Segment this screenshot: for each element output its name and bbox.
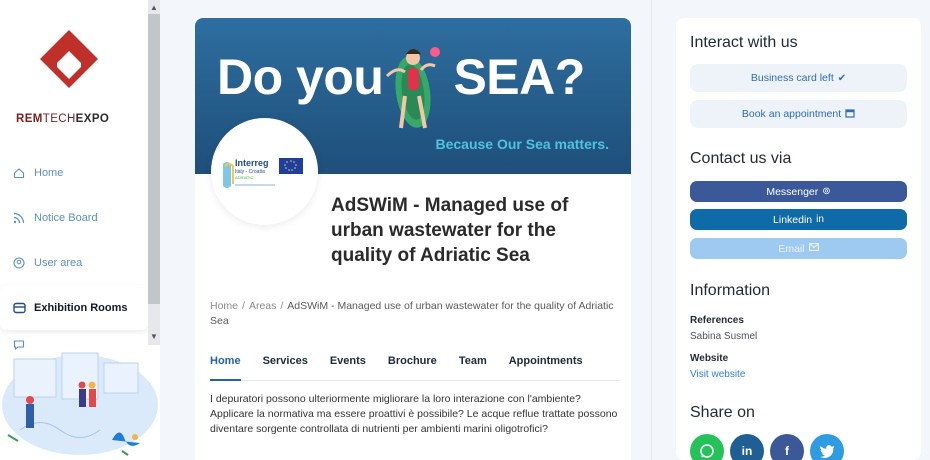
organization-logo: Interreg Italy - Croatia ADRIATIC — [211, 118, 318, 225]
sidebar-item-label: User area — [34, 256, 83, 269]
sidebar-item-home[interactable]: Home — [0, 150, 148, 195]
scroll-thumb[interactable] — [148, 14, 160, 304]
brand-logo[interactable]: REMTECHEXPO — [0, 20, 145, 130]
interact-title: Interact with us — [690, 34, 798, 51]
facebook-icon: f — [785, 444, 789, 458]
sidebar-item-exhibition-rooms[interactable]: Exhibition Rooms — [0, 285, 148, 330]
interreg-region: ADRIATIC — [235, 175, 253, 180]
swimmer-illustration — [385, 47, 440, 129]
business-card-label: Business card left — [750, 72, 834, 84]
breadcrumb-areas[interactable]: Areas — [249, 300, 276, 312]
sidebar-item-user-area[interactable]: User area — [0, 240, 148, 285]
website-link[interactable]: Visit website — [690, 369, 745, 380]
messenger-label: Messenger — [766, 185, 819, 198]
contact-title: Contact us via — [690, 150, 792, 167]
interreg-logo: Interreg Italy - Croatia ADRIATIC — [223, 158, 303, 188]
whatsapp-share-button[interactable] — [690, 434, 724, 460]
interreg-name: Interreg — [235, 158, 269, 168]
tab-team[interactable]: Team — [459, 355, 487, 381]
book-appointment-button[interactable]: Book an appointment — [690, 100, 907, 128]
messenger-button[interactable]: Messenger ⊚ — [690, 181, 907, 202]
tab-appointments[interactable]: Appointments — [509, 355, 583, 381]
project-tabs: Home Services Events Brochure Team Appoi… — [210, 355, 620, 381]
email-button[interactable]: Email — [690, 238, 907, 259]
scroll-down-icon[interactable]: ▼ — [148, 330, 160, 342]
linkedin-share-button[interactable]: in — [730, 434, 764, 460]
book-appointment-label: Book an appointment — [741, 108, 842, 120]
rss-icon — [12, 211, 26, 225]
breadcrumb-separator: / — [242, 300, 245, 312]
banner-title-part1: Do you — [217, 49, 384, 105]
sidebar-nav: Home Notice Board User area Exhibition R… — [0, 150, 148, 352]
facebook-share-button[interactable]: f — [770, 434, 804, 460]
linkedin-label: Linkedin — [773, 213, 813, 226]
banner-subtitle: Because Our Sea matters. — [435, 136, 609, 152]
right-panel: Interact with us Business card left ✔ Bo… — [676, 18, 921, 460]
column-divider — [651, 0, 652, 460]
logo-text-tech: TECH — [42, 113, 76, 125]
banner-title-part2: SEA? — [453, 49, 585, 105]
scroll-up-icon[interactable]: ▲ — [148, 1, 160, 13]
project-title: AdSWiM - Managed use of urban wastewater… — [331, 195, 569, 266]
page: REMTECHEXPO Home Notice Board User area — [0, 0, 930, 460]
user-circle-icon — [12, 256, 26, 270]
sidebar-item-label: Notice Board — [34, 211, 98, 224]
linkedin-button[interactable]: Linkedin in — [690, 209, 907, 230]
home-icon — [12, 166, 26, 180]
tab-brochure[interactable]: Brochure — [388, 355, 437, 381]
share-buttons: in f — [690, 434, 850, 460]
information-title: Information — [690, 282, 771, 299]
linkedin-icon: in — [741, 444, 753, 458]
breadcrumb-home[interactable]: Home — [210, 300, 238, 312]
sidebar-item-label: Exhibition Rooms — [34, 301, 128, 314]
breadcrumb-separator: / — [280, 300, 284, 312]
sidebar-item-notice-board[interactable]: Notice Board — [0, 195, 148, 240]
logo-text-expo: EXPO — [75, 113, 110, 125]
references-label: References — [690, 315, 744, 326]
check-icon: ✔ — [837, 72, 847, 84]
logo-text: REMTECHEXPO — [16, 113, 109, 125]
logo-text-rem: REM — [16, 113, 43, 125]
exhibition-illustration — [2, 352, 158, 456]
tab-home[interactable]: Home — [210, 355, 241, 381]
business-card-button[interactable]: Business card left ✔ — [690, 64, 907, 92]
project-description: I depuratori possono ulteriormente migli… — [210, 393, 618, 435]
share-title: Share on — [690, 404, 755, 421]
tab-events[interactable]: Events — [330, 355, 366, 381]
email-label: Email — [778, 242, 805, 255]
messenger-icon: ⊚ — [822, 186, 831, 197]
sidebar-item-label: Home — [34, 166, 64, 179]
references-value: Sabina Susmel — [690, 331, 758, 342]
linkedin-icon: in — [816, 214, 824, 225]
twitter-icon — [820, 445, 834, 458]
envelope-icon — [808, 243, 819, 254]
breadcrumb: Home / Areas / AdSWiM - Managed use of urban… — [210, 299, 620, 329]
whatsapp-icon — [700, 444, 714, 458]
calendar-icon — [845, 108, 855, 121]
tab-services[interactable]: Services — [263, 355, 308, 381]
exhibition-icon — [12, 301, 26, 315]
website-label: Website — [690, 353, 729, 364]
sidebar: REMTECHEXPO Home Notice Board User area — [0, 0, 160, 460]
sidebar-scrollbar[interactable]: ▲ ▼ — [148, 0, 160, 345]
logo-mark-icon — [40, 30, 98, 88]
twitter-share-button[interactable] — [810, 434, 844, 460]
